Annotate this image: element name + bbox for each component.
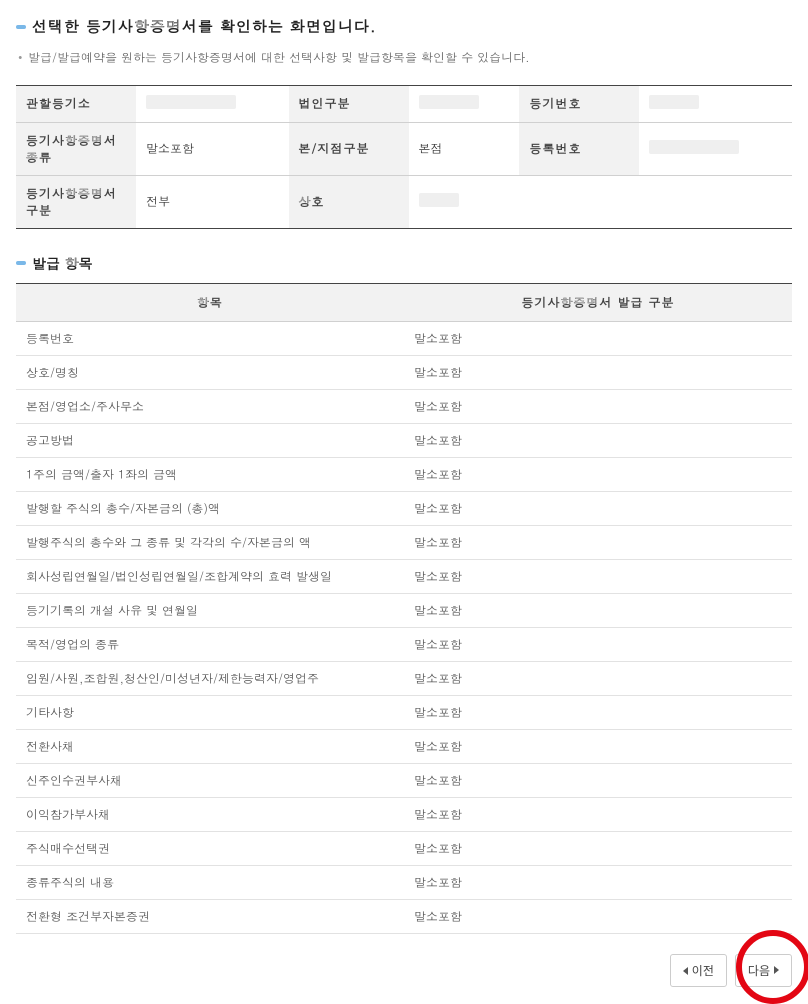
item-cell: 이익참가부사채 (16, 797, 404, 831)
button-row: 이전 다음 (16, 954, 792, 988)
item-cell: 등기기록의 개설 사유 및 연월일 (16, 593, 404, 627)
value-cert-class: 전부 (136, 175, 289, 228)
bullet-icon (16, 25, 26, 29)
item-cell: 발행할 주식의 총수/자본금의 (총)액 (16, 491, 404, 525)
item-cell: 전환사채 (16, 729, 404, 763)
class-cell: 말소포함 (404, 355, 792, 389)
table-row: 등록번호말소포함 (16, 321, 792, 355)
issue-header-item: 항목 (16, 283, 404, 321)
table-row: 전환형 조건부자본증권말소포함 (16, 899, 792, 933)
table-row: 상호/명칭말소포함 (16, 355, 792, 389)
table-row: 이익참가부사채말소포함 (16, 797, 792, 831)
label-corp-type: 법인구분 (289, 85, 409, 122)
table-row: 발행주식의 총수와 그 종류 및 각각의 수/자본금의 액말소포함 (16, 525, 792, 559)
issue-header-class: 등기사항증명서 발급 구분 (404, 283, 792, 321)
table-row: 종류주식의 내용말소포함 (16, 865, 792, 899)
item-cell: 목적/영업의 종류 (16, 627, 404, 661)
subtitle-list: 발급/발급예약을 원하는 등기사항증명서에 대한 선택사항 및 발급항목을 확인… (16, 47, 792, 69)
class-cell: 말소포함 (404, 593, 792, 627)
class-cell: 말소포함 (404, 865, 792, 899)
class-cell: 말소포함 (404, 627, 792, 661)
table-row: 1주의 금액/출자 1좌의 금액말소포함 (16, 457, 792, 491)
item-cell: 회사성립연월일/법인성립연월일/조합계약의 효력 발생일 (16, 559, 404, 593)
label-cert-type: 등기사항증명서종류 (16, 122, 136, 175)
class-cell: 말소포함 (404, 559, 792, 593)
info-row: 등기사항증명서구분 전부 상호 (16, 175, 792, 228)
label-reg-no: 등기번호 (519, 85, 639, 122)
table-row: 신주인수권부사채말소포함 (16, 763, 792, 797)
class-cell: 말소포함 (404, 763, 792, 797)
info-table: 관할등기소 법인구분 등기번호 등기사항증명서종류 말소포함 본/지점구분 본점… (16, 85, 792, 229)
item-cell: 1주의 금액/출자 1좌의 금액 (16, 457, 404, 491)
class-cell: 말소포함 (404, 423, 792, 457)
subtitle-text: 발급/발급예약을 원하는 등기사항증명서에 대한 선택사항 및 발급항목을 확인… (16, 47, 792, 69)
issue-section-title-text: 발급 항목 (32, 253, 93, 273)
value-reg-no (639, 85, 792, 122)
class-cell: 말소포함 (404, 321, 792, 355)
class-cell: 말소포함 (404, 491, 792, 525)
table-row: 기타사항말소포함 (16, 695, 792, 729)
class-cell: 말소포함 (404, 831, 792, 865)
value-corp-type (409, 85, 520, 122)
table-row: 전환사채말소포함 (16, 729, 792, 763)
value-branch-type: 본점 (409, 122, 520, 175)
bullet-icon (16, 261, 26, 265)
table-row: 목적/영업의 종류말소포함 (16, 627, 792, 661)
prev-button-label: 이전 (692, 962, 714, 979)
class-cell: 말소포함 (404, 457, 792, 491)
class-cell: 말소포함 (404, 695, 792, 729)
class-cell: 말소포함 (404, 525, 792, 559)
class-cell: 말소포함 (404, 389, 792, 423)
item-cell: 본점/영업소/주사무소 (16, 389, 404, 423)
item-cell: 종류주식의 내용 (16, 865, 404, 899)
label-record-no: 등록번호 (519, 122, 639, 175)
table-row: 본점/영업소/주사무소말소포함 (16, 389, 792, 423)
value-record-no (639, 122, 792, 175)
table-row: 회사성립연월일/법인성립연월일/조합계약의 효력 발생일말소포함 (16, 559, 792, 593)
info-row: 관할등기소 법인구분 등기번호 (16, 85, 792, 122)
table-row: 임원/사원,조합원,청산인/미성년자/제한능력자/영업주말소포함 (16, 661, 792, 695)
item-cell: 기타사항 (16, 695, 404, 729)
label-office: 관할등기소 (16, 85, 136, 122)
value-cert-type: 말소포함 (136, 122, 289, 175)
label-cert-class: 등기사항증명서구분 (16, 175, 136, 228)
item-cell: 발행주식의 총수와 그 종류 및 각각의 수/자본금의 액 (16, 525, 404, 559)
item-cell: 신주인수권부사채 (16, 763, 404, 797)
table-row: 주식매수선택권말소포함 (16, 831, 792, 865)
class-cell: 말소포함 (404, 729, 792, 763)
table-row: 공고방법말소포함 (16, 423, 792, 457)
item-cell: 상호/명칭 (16, 355, 404, 389)
next-button-label: 다음 (748, 962, 770, 979)
item-cell: 전환형 조건부자본증권 (16, 899, 404, 933)
table-row: 등기기록의 개설 사유 및 연월일말소포함 (16, 593, 792, 627)
next-button[interactable]: 다음 (735, 954, 792, 987)
item-cell: 주식매수선택권 (16, 831, 404, 865)
class-cell: 말소포함 (404, 899, 792, 933)
class-cell: 말소포함 (404, 797, 792, 831)
class-cell: 말소포함 (404, 661, 792, 695)
table-row: 발행할 주식의 총수/자본금의 (총)액말소포함 (16, 491, 792, 525)
issue-header-row: 항목 등기사항증명서 발급 구분 (16, 283, 792, 321)
item-cell: 공고방법 (16, 423, 404, 457)
page-title-text: 선택한 등기사항증명서를 확인하는 화면입니다. (32, 16, 377, 37)
info-row: 등기사항증명서종류 말소포함 본/지점구분 본점 등록번호 (16, 122, 792, 175)
prev-button[interactable]: 이전 (670, 954, 727, 987)
arrow-left-icon (683, 967, 688, 975)
item-cell: 등록번호 (16, 321, 404, 355)
value-company (409, 175, 792, 228)
issue-table: 항목 등기사항증명서 발급 구분 등록번호말소포함상호/명칭말소포함본점/영업소… (16, 283, 792, 934)
arrow-right-icon (774, 966, 779, 974)
page-title: 선택한 등기사항증명서를 확인하는 화면입니다. (16, 16, 792, 37)
label-company: 상호 (289, 175, 409, 228)
label-branch-type: 본/지점구분 (289, 122, 409, 175)
value-office (136, 85, 289, 122)
issue-section-title: 발급 항목 (16, 253, 792, 273)
item-cell: 임원/사원,조합원,청산인/미성년자/제한능력자/영업주 (16, 661, 404, 695)
